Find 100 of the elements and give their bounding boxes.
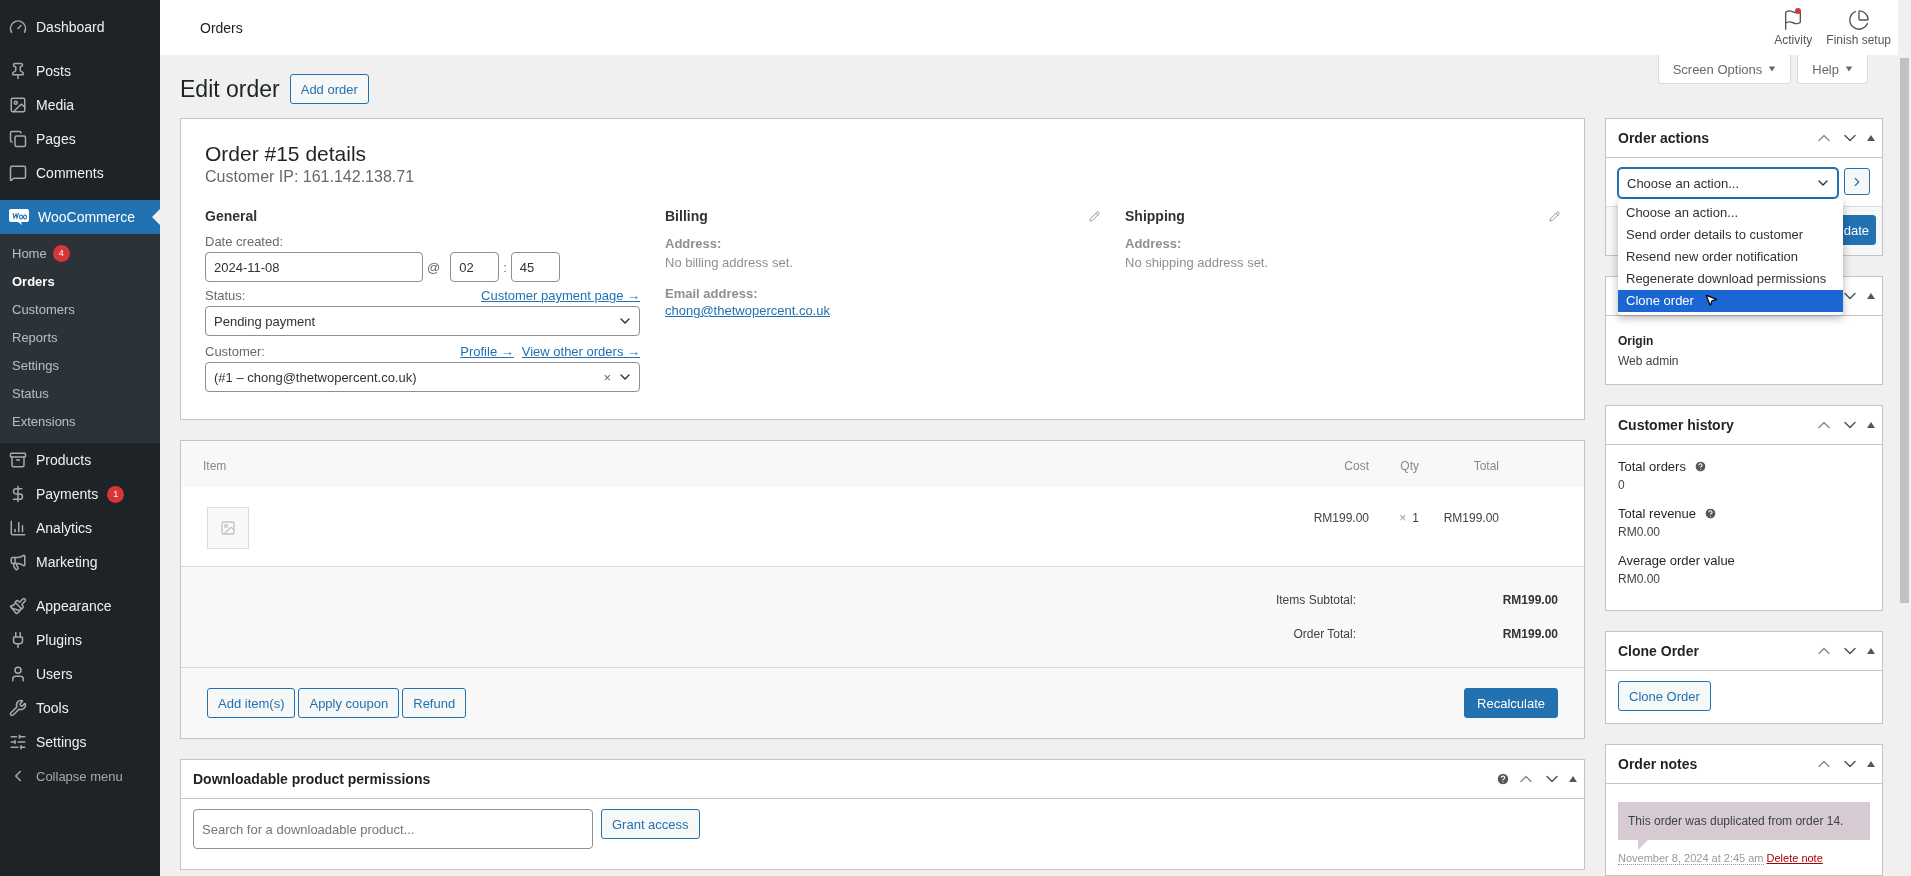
note-date: November 8, 2024 at 2:45 am bbox=[1618, 852, 1764, 865]
clear-button[interactable]: × bbox=[603, 369, 611, 385]
column-header: Item bbox=[203, 458, 228, 473]
at-sign: @ bbox=[427, 259, 441, 275]
menu-icon bbox=[9, 553, 27, 571]
menu-icon bbox=[9, 451, 27, 469]
origin-value: Web admin bbox=[1618, 354, 1680, 368]
panel-title: Downloadable product permissions bbox=[193, 771, 431, 787]
total-value: RM199.00 bbox=[1501, 627, 1558, 641]
screen-tab[interactable]: Help bbox=[1797, 55, 1868, 84]
menu-icon bbox=[9, 96, 27, 114]
column-header: Total bbox=[1472, 458, 1499, 473]
menu-icon bbox=[9, 164, 27, 182]
sidebar-item[interactable]: Marketing bbox=[0, 545, 160, 579]
clone-order-button[interactable]: Clone Order bbox=[1618, 681, 1711, 711]
submenu-item[interactable]: Home 4 bbox=[0, 239, 160, 267]
grant-access-button[interactable]: Grant access bbox=[601, 809, 700, 839]
menu-icon bbox=[9, 519, 27, 537]
help-icon[interactable] bbox=[1496, 772, 1510, 786]
menu-icon bbox=[9, 699, 27, 717]
progress-icon bbox=[1847, 8, 1870, 31]
sidebar-item[interactable]: Products bbox=[0, 443, 160, 477]
sidebar-item[interactable]: Analytics bbox=[0, 511, 160, 545]
action-button[interactable]: Apply coupon bbox=[298, 688, 400, 718]
address-text: No billing address set. bbox=[665, 254, 794, 272]
delete-note-link[interactable]: Delete note bbox=[1766, 852, 1823, 865]
add-order-button[interactable]: Add order bbox=[289, 74, 369, 104]
product-search-field[interactable]: Search for a downloadable product... bbox=[193, 809, 593, 849]
help-icon[interactable] bbox=[1693, 460, 1707, 473]
note-text: This order was duplicated from order 14. bbox=[1628, 814, 1844, 828]
sidebar-item[interactable]: Payments 1 bbox=[0, 477, 160, 511]
sidebar-item[interactable]: Collapse menu bbox=[0, 759, 160, 793]
menu-icon bbox=[9, 130, 27, 148]
column-header: Qty bbox=[1399, 458, 1419, 473]
table-cell-text: RM199.00 bbox=[1442, 510, 1499, 525]
sidebar-item[interactable]: Plugins bbox=[0, 623, 160, 657]
total-label: Items Subtotal: bbox=[1275, 593, 1357, 607]
dropdown-option[interactable]: Clone order bbox=[1618, 290, 1843, 312]
total-value: RM199.00 bbox=[1501, 593, 1558, 607]
customer-select[interactable]: (#1 – chong@thetwopercent.co.uk) × bbox=[205, 362, 640, 392]
email-link[interactable]: chong@thetwopercent.co.uk bbox=[665, 303, 830, 318]
field-label: Status: bbox=[205, 288, 246, 303]
page-title: Edit order bbox=[180, 75, 280, 103]
sidebar-item[interactable]: Appearance bbox=[0, 589, 160, 623]
help-icon[interactable] bbox=[1704, 507, 1718, 520]
section-heading: General bbox=[205, 208, 258, 224]
sidebar-item[interactable]: Settings bbox=[0, 725, 160, 759]
action-button[interactable]: Refund bbox=[402, 688, 467, 718]
apply-button[interactable] bbox=[1843, 168, 1870, 195]
dropdown-option[interactable]: Resend new order notification bbox=[1618, 246, 1843, 268]
sidebar-item[interactable]: Posts bbox=[0, 54, 160, 88]
cursor-icon bbox=[1704, 293, 1718, 307]
screen-tab[interactable]: Screen Options bbox=[1657, 55, 1792, 84]
collapse-icon[interactable] bbox=[1866, 759, 1876, 769]
minute-field[interactable]: 45 bbox=[510, 252, 560, 282]
action-select[interactable]: Choose an action... bbox=[1618, 168, 1838, 198]
sidebar-item[interactable]: Pages bbox=[0, 122, 160, 156]
sidebar-item[interactable]: Comments bbox=[0, 156, 160, 190]
field-label: Email address: bbox=[665, 285, 759, 303]
collapse-icon[interactable] bbox=[1866, 291, 1876, 301]
other-orders-link[interactable]: View other orders → bbox=[521, 344, 640, 359]
menu-icon bbox=[9, 18, 27, 36]
toolbar-button[interactable]: Activity bbox=[1767, 0, 1820, 55]
payment-page-link[interactable]: Customer payment page → bbox=[481, 288, 640, 303]
toolbar-button[interactable]: Finish setup bbox=[1819, 0, 1898, 55]
caret-icon bbox=[1768, 65, 1777, 73]
sidebar-item[interactable]: Users bbox=[0, 657, 160, 691]
total-label: Order Total: bbox=[1293, 627, 1357, 641]
sidebar-item[interactable]: WooCommerce bbox=[0, 200, 160, 234]
sidebar-item[interactable]: Tools bbox=[0, 691, 160, 725]
submenu-item[interactable]: Extensions bbox=[0, 407, 160, 435]
hour-field[interactable]: 02 bbox=[450, 252, 500, 282]
sidebar-item[interactable]: Media bbox=[0, 88, 160, 122]
recalculate-button[interactable]: Recalculate bbox=[1464, 688, 1558, 718]
action-button[interactable]: Add item(s) bbox=[207, 688, 296, 718]
collapse-icon[interactable] bbox=[1866, 420, 1876, 430]
collapse-icon[interactable] bbox=[1866, 646, 1876, 656]
date-field[interactable]: 2024-11-08 bbox=[205, 252, 423, 282]
count-badge: 1 bbox=[107, 485, 125, 503]
collapse-icon[interactable] bbox=[1568, 774, 1578, 784]
field-label: Date created: bbox=[205, 234, 284, 249]
menu-icon bbox=[9, 62, 27, 80]
dropdown-option[interactable]: Regenerate download permissions bbox=[1618, 268, 1843, 290]
status-select[interactable]: Pending payment bbox=[205, 306, 640, 336]
table-cell-text: × 1 bbox=[1398, 510, 1419, 525]
column-header: Cost bbox=[1343, 458, 1369, 473]
submenu-item[interactable]: Status bbox=[0, 379, 160, 407]
page-heading: Orders bbox=[200, 19, 243, 36]
profile-link[interactable]: Profile → bbox=[460, 344, 514, 359]
field-label: Address: bbox=[665, 235, 723, 253]
submenu-item[interactable]: Orders bbox=[0, 267, 160, 295]
table-cell-text: RM199.00 bbox=[1312, 510, 1369, 525]
submenu-item[interactable]: Reports bbox=[0, 323, 160, 351]
panel-title: Customer history bbox=[1618, 417, 1734, 433]
section-heading: Billing bbox=[665, 208, 708, 224]
product-thumbnail bbox=[207, 507, 249, 549]
sidebar-item[interactable]: Dashboard bbox=[0, 10, 160, 44]
collapse-icon[interactable] bbox=[1866, 133, 1876, 143]
submenu-item[interactable]: Settings bbox=[0, 351, 160, 379]
submenu-item[interactable]: Customers bbox=[0, 295, 160, 323]
